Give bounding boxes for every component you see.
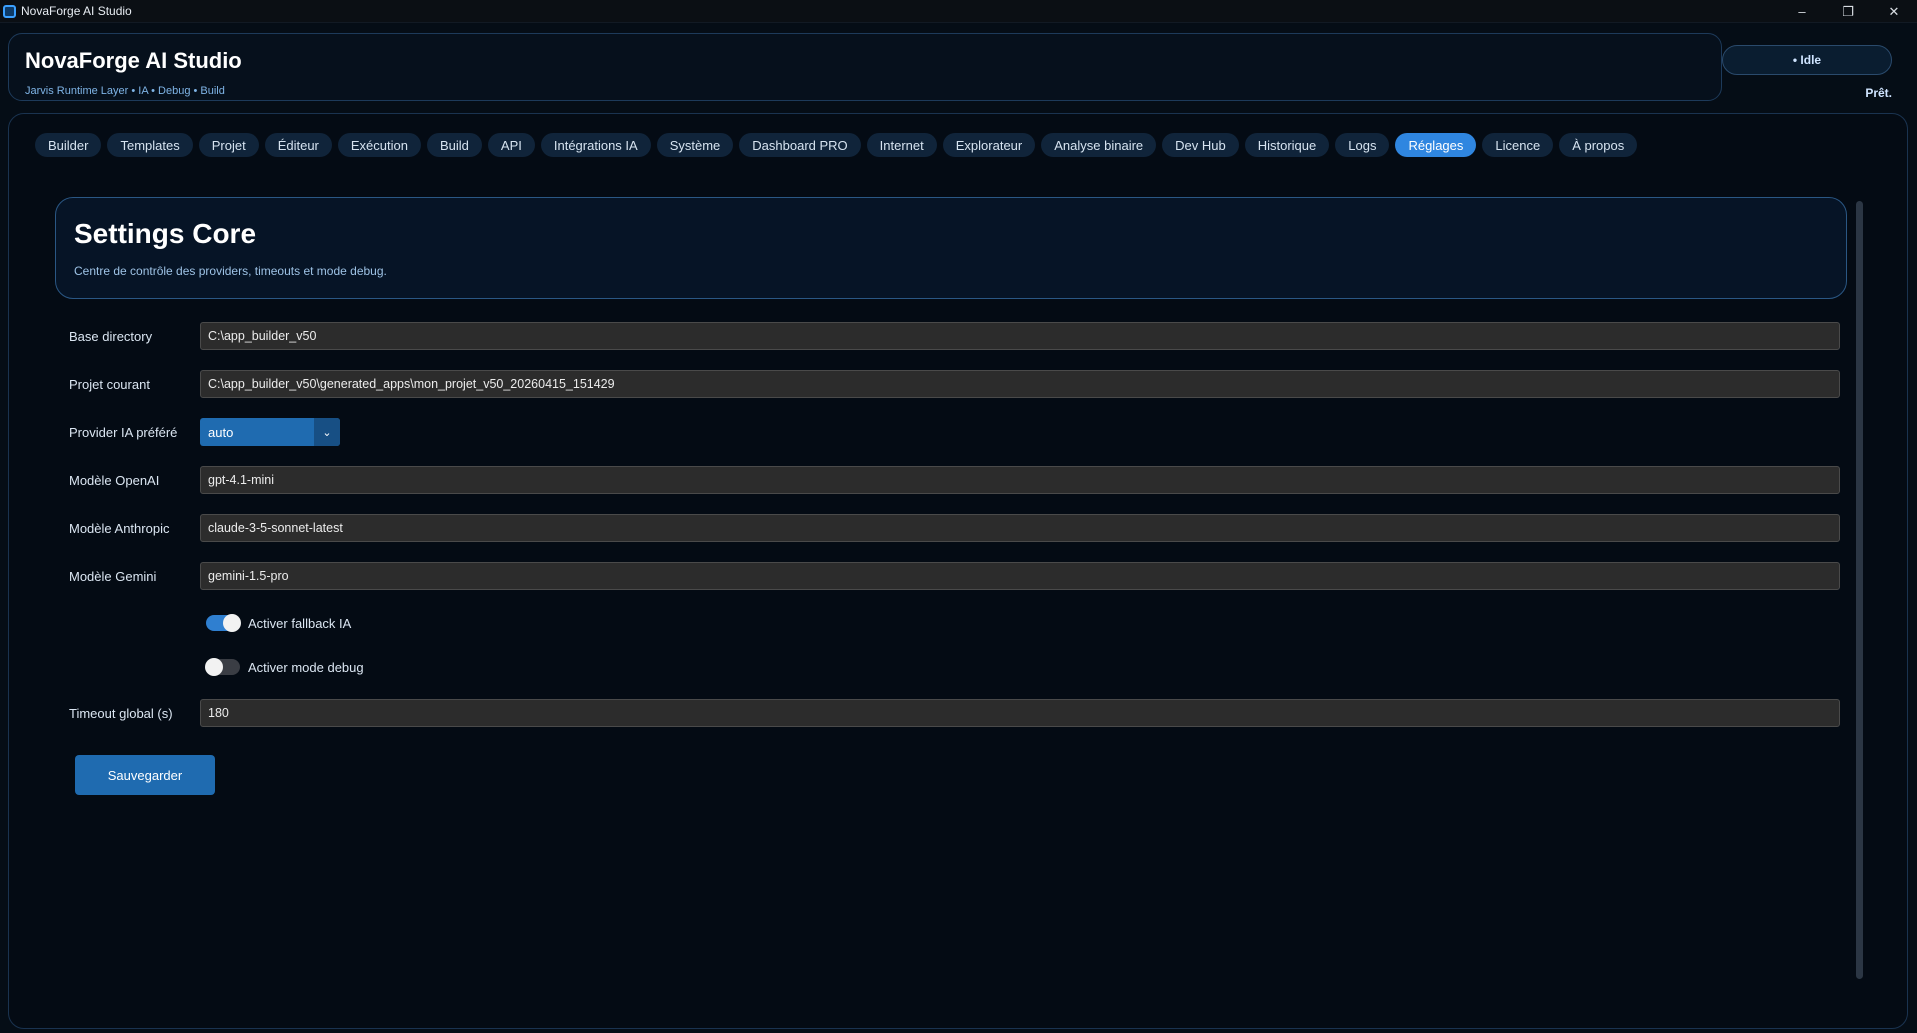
fallback-toggle-row: Activer fallback IA bbox=[206, 612, 351, 634]
current-project-row: Projet courant C:\app_builder_v50\genera… bbox=[69, 370, 1840, 398]
anthropic-model-input[interactable]: claude-3-5-sonnet-latest bbox=[200, 514, 1840, 542]
tab-build[interactable]: Build bbox=[426, 133, 482, 157]
tab-logs[interactable]: Logs bbox=[1335, 133, 1390, 157]
timeout-row: Timeout global (s) 180 bbox=[69, 699, 1840, 727]
gemini-model-label: Modèle Gemini bbox=[69, 568, 157, 584]
toggle-knob bbox=[223, 614, 241, 632]
debug-toggle[interactable] bbox=[205, 658, 240, 676]
window-titlebar: NovaForge AI Studio – ❐ ✕ bbox=[0, 0, 1917, 23]
debug-toggle-row: Activer mode debug bbox=[205, 656, 364, 678]
tab-internet[interactable]: Internet bbox=[866, 133, 937, 157]
tab-analyse-binaire[interactable]: Analyse binaire bbox=[1041, 133, 1157, 157]
tab-explorateur[interactable]: Explorateur bbox=[942, 133, 1036, 157]
current-project-input[interactable]: C:\app_builder_v50\generated_apps\mon_pr… bbox=[200, 370, 1840, 398]
status-text: Prêt. bbox=[1865, 86, 1892, 100]
tab-templates[interactable]: Templates bbox=[107, 133, 193, 157]
openai-model-label: Modèle OpenAI bbox=[69, 472, 160, 488]
base-directory-input[interactable]: C:\app_builder_v50 bbox=[200, 322, 1840, 350]
app-subtitle: Jarvis Runtime Layer • IA • Debug • Buil… bbox=[25, 85, 225, 97]
restore-button[interactable]: ❐ bbox=[1825, 0, 1871, 23]
window-controls: – ❐ ✕ bbox=[1779, 0, 1917, 23]
app-header: NovaForge AI Studio Jarvis Runtime Layer… bbox=[8, 33, 1722, 101]
provider-select[interactable]: auto ⌄ bbox=[200, 418, 340, 446]
page-title: Settings Core bbox=[74, 218, 257, 249]
settings-header-card: Settings Core Centre de contrôle des pro… bbox=[55, 197, 1847, 299]
provider-select-value: auto bbox=[208, 424, 234, 440]
fallback-toggle-label: Activer fallback IA bbox=[248, 615, 352, 631]
gemini-model-row: Modèle Gemini gemini-1.5-pro bbox=[69, 562, 1840, 590]
debug-toggle-label: Activer mode debug bbox=[248, 659, 364, 675]
tab-reglages[interactable]: Réglages bbox=[1395, 133, 1477, 157]
tab-systeme[interactable]: Système bbox=[656, 133, 734, 157]
openai-model-row: Modèle OpenAI gpt-4.1-mini bbox=[69, 466, 1840, 494]
window-title: NovaForge AI Studio bbox=[21, 4, 132, 18]
provider-row: Provider IA préféré auto ⌄ bbox=[69, 418, 340, 446]
tab-projet[interactable]: Projet bbox=[198, 133, 259, 157]
main-panel: Builder Templates Projet Éditeur Exécuti… bbox=[8, 113, 1908, 1029]
base-directory-label: Base directory bbox=[69, 328, 153, 344]
toggle-knob bbox=[205, 658, 223, 676]
base-directory-row: Base directory C:\app_builder_v50 bbox=[69, 322, 1840, 350]
openai-model-input[interactable]: gpt-4.1-mini bbox=[200, 466, 1840, 494]
tab-dev-hub[interactable]: Dev Hub bbox=[1162, 133, 1239, 157]
scrollbar[interactable] bbox=[1856, 201, 1863, 979]
page-subtitle: Centre de contrôle des providers, timeou… bbox=[74, 264, 387, 278]
anthropic-model-row: Modèle Anthropic claude-3-5-sonnet-lates… bbox=[69, 514, 1840, 542]
tab-execution[interactable]: Exécution bbox=[337, 133, 421, 157]
tab-licence[interactable]: Licence bbox=[1482, 133, 1554, 157]
current-project-label: Projet courant bbox=[69, 376, 150, 392]
tab-editeur[interactable]: Éditeur bbox=[264, 133, 332, 157]
app-title: NovaForge AI Studio bbox=[25, 48, 242, 73]
tab-a-propos[interactable]: À propos bbox=[1559, 133, 1638, 157]
minimize-button[interactable]: – bbox=[1779, 0, 1825, 23]
anthropic-model-label: Modèle Anthropic bbox=[69, 520, 170, 536]
save-button[interactable]: Sauvegarder bbox=[75, 755, 215, 795]
gemini-model-input[interactable]: gemini-1.5-pro bbox=[200, 562, 1840, 590]
tab-dashboard-pro[interactable]: Dashboard PRO bbox=[739, 133, 861, 157]
status-badge: • Idle bbox=[1722, 45, 1892, 75]
tab-api[interactable]: API bbox=[487, 133, 535, 157]
timeout-input[interactable]: 180 bbox=[200, 699, 1840, 727]
tab-integrations-ia[interactable]: Intégrations IA bbox=[540, 133, 651, 157]
chevron-down-icon[interactable]: ⌄ bbox=[314, 418, 340, 446]
fallback-toggle[interactable] bbox=[206, 614, 241, 632]
provider-label: Provider IA préféré bbox=[69, 424, 178, 440]
tab-bar: Builder Templates Projet Éditeur Exécuti… bbox=[35, 133, 1638, 157]
close-button[interactable]: ✕ bbox=[1871, 0, 1917, 23]
tab-builder[interactable]: Builder bbox=[35, 133, 102, 157]
timeout-label: Timeout global (s) bbox=[69, 705, 173, 721]
tab-historique[interactable]: Historique bbox=[1244, 133, 1330, 157]
app-icon bbox=[3, 4, 16, 18]
